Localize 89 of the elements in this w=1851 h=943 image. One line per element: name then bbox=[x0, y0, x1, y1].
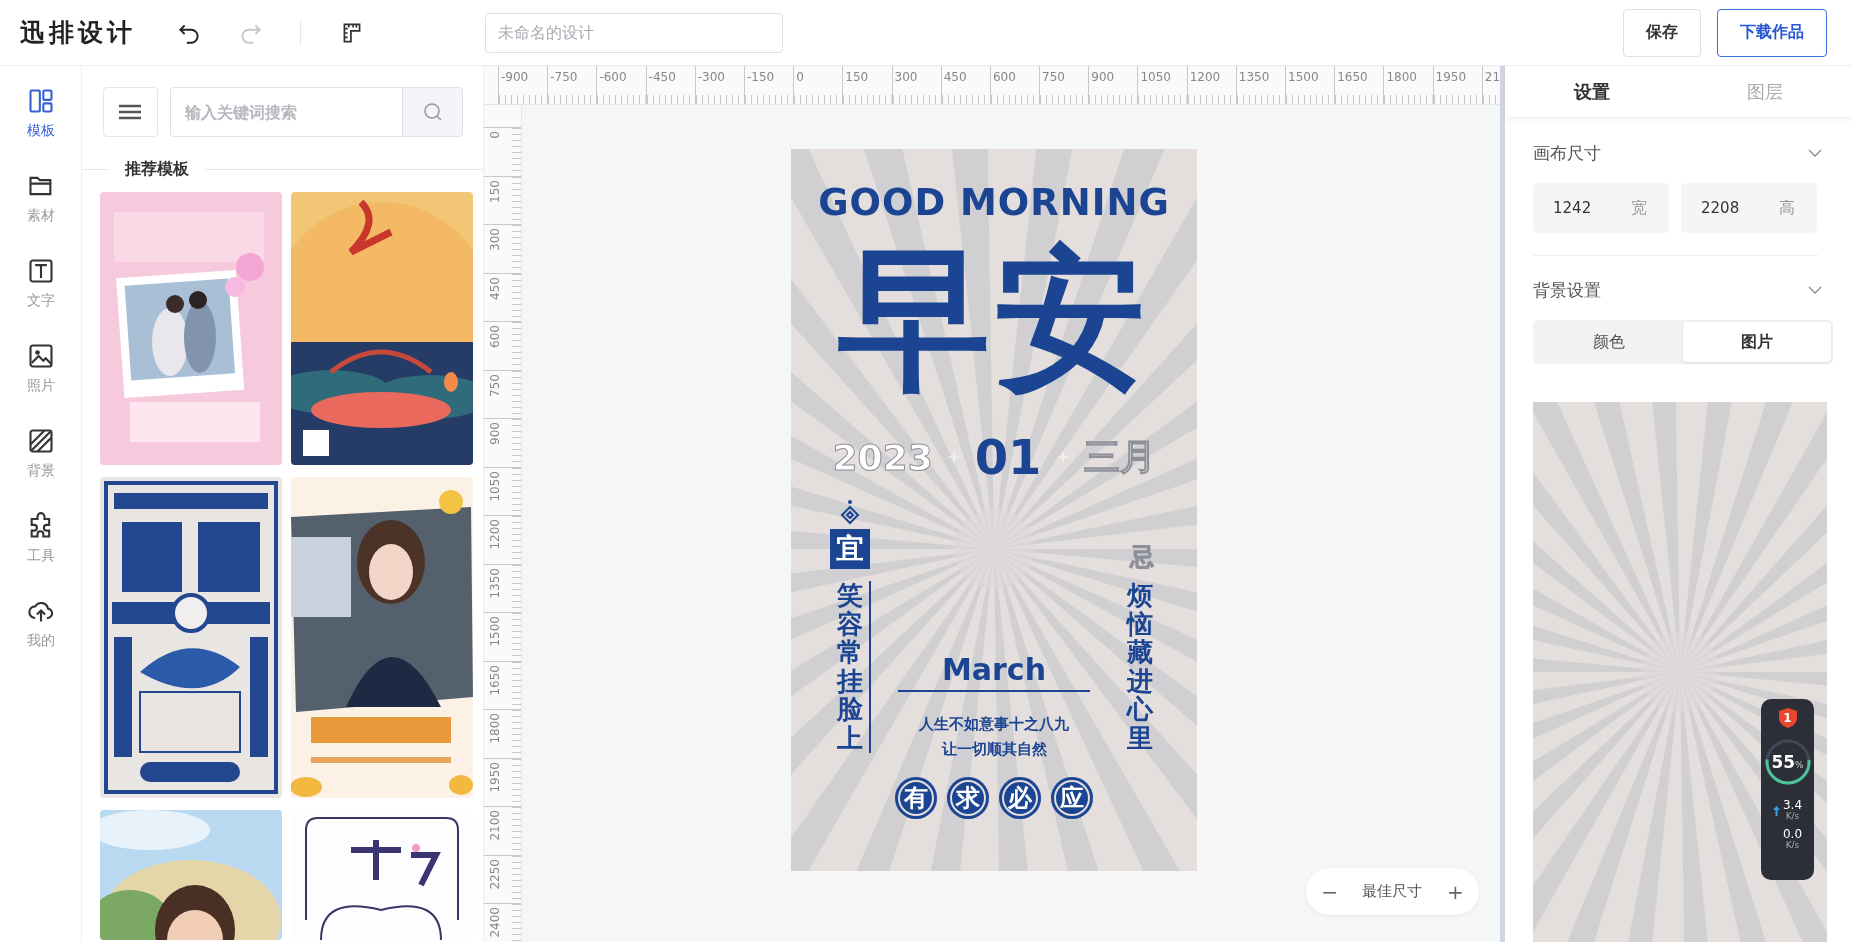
ruler-label: 750 bbox=[488, 373, 502, 397]
sparkle-icon bbox=[946, 450, 961, 464]
poster-day: 01 bbox=[974, 429, 1042, 485]
section-title: 背景设置 bbox=[1533, 278, 1601, 302]
image-icon bbox=[26, 342, 55, 370]
ruler-label: 1500 bbox=[1288, 70, 1319, 84]
ruler-label: 750 bbox=[1042, 70, 1065, 84]
hatched-square-icon bbox=[26, 427, 55, 455]
ruler-label: 1200 bbox=[488, 519, 502, 550]
sidebar-item[interactable]: 照片 bbox=[0, 341, 82, 426]
ruler-label: -450 bbox=[648, 70, 676, 84]
ruler-label: -900 bbox=[501, 70, 529, 84]
ruler-label: 21 bbox=[1484, 70, 1500, 84]
download-speed: 0.0 bbox=[1782, 828, 1803, 842]
sidebar-item[interactable]: 背景 bbox=[0, 426, 82, 511]
search-icon bbox=[422, 102, 443, 122]
menu-button[interactable] bbox=[103, 87, 158, 137]
panel-tab[interactable]: 设置 bbox=[1505, 66, 1678, 117]
ruler-label: 900 bbox=[488, 422, 502, 445]
sidebar-item[interactable]: 素材 bbox=[0, 171, 82, 256]
segment-option[interactable]: 颜色 bbox=[1535, 322, 1683, 362]
search-field[interactable]: 输入关键词搜索 bbox=[169, 87, 463, 137]
ruler-label: 1050 bbox=[488, 470, 502, 502]
zoom-in-button[interactable]: + bbox=[1440, 879, 1470, 904]
poster-title: GOOD MORNING bbox=[818, 184, 1170, 221]
zoom-out-button[interactable]: − bbox=[1315, 879, 1344, 904]
menu-icon bbox=[119, 104, 142, 120]
poster-vertical-text: 烦恼藏进心里 bbox=[1127, 581, 1153, 753]
poster-text: 让一切顺其自然 bbox=[941, 740, 1047, 759]
layout-icon bbox=[26, 87, 55, 115]
poster-year: 2023 bbox=[832, 436, 933, 478]
section-title: 画布尺寸 bbox=[1533, 141, 1601, 165]
size-field[interactable]: 1242 宽 bbox=[1533, 183, 1669, 233]
segment-option[interactable]: 图片 bbox=[1683, 322, 1831, 362]
ruler-label: 300 bbox=[488, 228, 502, 251]
ruler-label: 450 bbox=[943, 70, 967, 84]
ruler-label: 2100 bbox=[488, 810, 502, 841]
ruler-label: 1650 bbox=[1337, 70, 1368, 84]
poster-tag: 忌 bbox=[1130, 541, 1154, 573]
ruler-label: 300 bbox=[894, 70, 918, 84]
ruler-label: 1500 bbox=[488, 616, 502, 647]
ruler-label: 1350 bbox=[1238, 70, 1270, 84]
ruler-label: 2400 bbox=[488, 907, 502, 938]
shield-icon bbox=[1777, 707, 1798, 729]
ruler-label: -600 bbox=[599, 70, 627, 84]
alert-count: 1 bbox=[1783, 711, 1792, 725]
ruler-label: 150 bbox=[488, 179, 502, 203]
speed-unit: K/s bbox=[1785, 812, 1800, 823]
ruler-label: 1950 bbox=[1435, 70, 1467, 84]
sidebar-item[interactable]: 工具 bbox=[0, 511, 82, 596]
poster-month: 三月 bbox=[1083, 434, 1156, 479]
section-heading: 推荐模板 bbox=[123, 159, 190, 180]
download-button[interactable]: 下载作品 bbox=[1717, 8, 1827, 57]
usage-percent: 55% bbox=[1771, 752, 1804, 772]
sidebar-item[interactable]: 我的 bbox=[0, 596, 82, 681]
ruler-label: 900 bbox=[1091, 70, 1115, 84]
size-field[interactable]: 2208 高 bbox=[1681, 183, 1817, 233]
ruler-label: -150 bbox=[746, 70, 775, 84]
ruler-label: 1800 bbox=[488, 713, 502, 744]
poster-tag: 宜 bbox=[830, 529, 870, 569]
zoom-label: 最佳尺寸 bbox=[1362, 882, 1423, 901]
app-logo: 迅排设计 bbox=[20, 17, 136, 49]
save-button[interactable]: 保存 bbox=[1623, 8, 1701, 57]
sidebar-item[interactable]: 模板 bbox=[0, 86, 82, 171]
ruler-label: 1200 bbox=[1189, 70, 1221, 84]
upload-speed: 3.4 bbox=[1782, 799, 1803, 812]
design-title-field[interactable]: 未命名的设计 bbox=[485, 12, 783, 53]
ruler-label: 0 bbox=[488, 131, 502, 139]
speed-unit: K/s bbox=[1785, 841, 1800, 852]
sparkle-icon bbox=[1055, 450, 1070, 464]
ruler-label: 450 bbox=[488, 276, 502, 300]
ruler-label: 600 bbox=[488, 325, 502, 348]
ruler-label: 1350 bbox=[488, 567, 502, 599]
ruler-label: 600 bbox=[992, 70, 1016, 84]
poster-text: 人生不如意事十之八九 bbox=[919, 715, 1069, 734]
ruler-label: 2250 bbox=[488, 858, 502, 890]
ruler-label: -300 bbox=[697, 70, 725, 84]
arrow-up-icon bbox=[1772, 805, 1780, 816]
ruler-label: 1050 bbox=[1140, 70, 1171, 84]
ruler-label: 150 bbox=[845, 70, 869, 84]
sidebar-item[interactable]: 文字 bbox=[0, 256, 82, 341]
poster-vertical-text: 笑容常挂脸上 bbox=[837, 581, 871, 753]
ruler-label: 0 bbox=[796, 70, 804, 84]
poster-subtitle: March bbox=[941, 655, 1046, 685]
ruler-label: 1950 bbox=[488, 761, 502, 793]
ruler-label: -750 bbox=[550, 70, 578, 84]
ruler-label: 1650 bbox=[488, 664, 502, 696]
text-icon bbox=[26, 257, 55, 285]
ruler-label: 1800 bbox=[1386, 70, 1417, 84]
